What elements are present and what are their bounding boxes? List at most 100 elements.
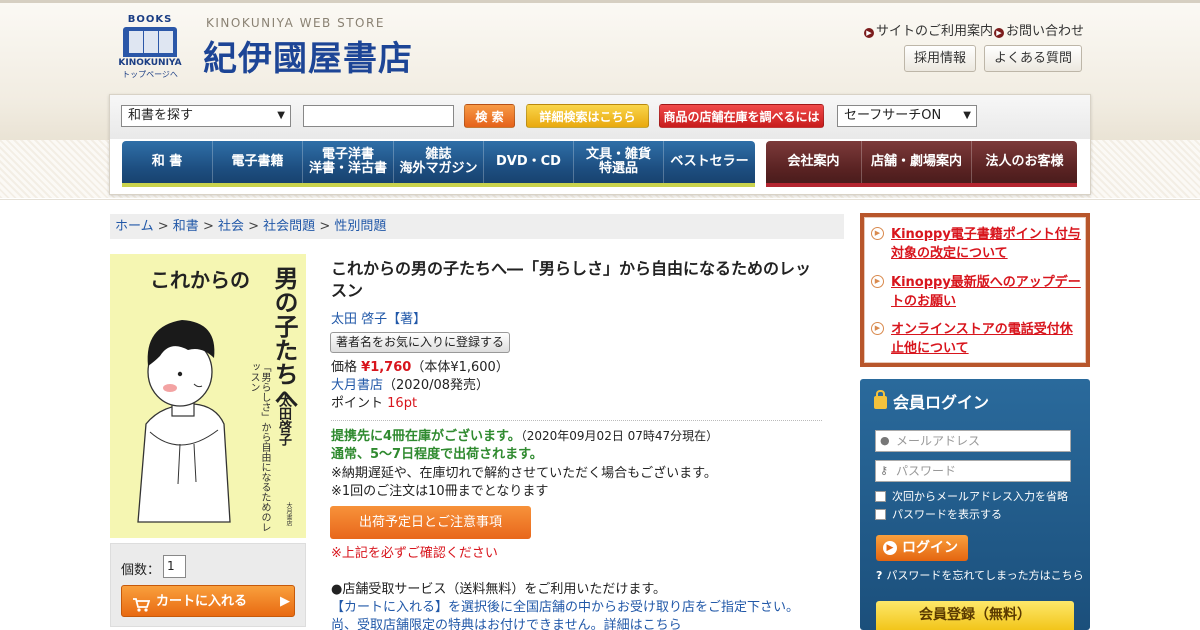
add-to-cart-label: カートに入れる xyxy=(156,594,248,609)
store-stock-button[interactable]: 商品の店舗在庫を調べるには xyxy=(659,104,824,128)
delay-note: ※納期遅延や、在庫切れで解約させていただく場合もございます。 xyxy=(331,466,717,481)
breadcrumb-society[interactable]: 社会 xyxy=(218,219,244,234)
publisher-row: 大月書店（2020/08発売） xyxy=(331,377,489,395)
register-button[interactable]: 会員登録（無料） xyxy=(876,601,1074,630)
nav-stationery[interactable]: 文具・雑貨 特選品 xyxy=(574,141,664,183)
nav-corporate[interactable]: 法人のお客様 xyxy=(972,141,1077,183)
cover-author: 太田啓子 xyxy=(276,394,291,446)
checkbox-icon xyxy=(875,509,886,520)
kinokuniya-logo[interactable]: BOOKS KINOKUNIYA トップページへ xyxy=(113,14,187,80)
arrow-right-icon: ▶ xyxy=(883,541,897,555)
main-nav: 和 書 電子書籍 電子洋書 洋書・洋古書 雑誌 海外マガジン DVD・CD 文具… xyxy=(122,141,755,187)
stock-status: 提携先に4冊在庫がございます。 xyxy=(331,429,521,444)
news-item[interactable]: ▶ オンラインストアの電話受付休止他について xyxy=(871,320,1081,358)
category-select[interactable]: 和書を探す ▼ xyxy=(121,105,291,127)
pickup-details-link[interactable]: 尚、受取店舗限定の特典はお付けできません。詳細はこちら xyxy=(331,617,682,630)
quantity-label: 個数： xyxy=(121,563,161,578)
points-value: 16pt xyxy=(387,396,418,411)
search-button[interactable]: 検 索 xyxy=(464,104,515,128)
key-icon: ⚷ xyxy=(880,464,889,477)
author-link[interactable]: 太田 啓子【著】 xyxy=(331,311,426,329)
contact-link[interactable]: ▶ お問い合わせ xyxy=(994,20,1084,39)
cart-panel: 個数： 1 カートに入れる ▶ xyxy=(110,543,306,627)
quantity-input[interactable]: 1 xyxy=(163,555,186,578)
search-bar: 和書を探す ▼ 検 索 詳細検索はこちら 商品の店舗在庫を調べるには セーフサーチ… xyxy=(110,95,1090,139)
show-password-label: パスワードを表示する xyxy=(892,508,1002,521)
password-field[interactable]: ⚷ パスワード xyxy=(875,460,1071,482)
news-item-label: オンラインストアの電話受付休止他について xyxy=(891,322,1073,356)
safe-search-value: セーフサーチON xyxy=(844,108,942,123)
price-row: 価格 ¥1,760（本体¥1,600） xyxy=(331,359,509,377)
search-input[interactable] xyxy=(303,105,454,127)
usage-guide-label: サイトのご利用案内 xyxy=(876,24,994,39)
category-select-value: 和書を探す xyxy=(128,108,194,123)
news-item[interactable]: ▶ Kinoppy電子書籍ポイント付与対象の改定について xyxy=(871,225,1081,263)
arrow-bullet-icon: ▶ xyxy=(994,28,1004,38)
pickup-service-text: ●店舗受取サービス（送料無料）をご利用いただけます。 xyxy=(331,582,667,597)
remember-email-label: 次回からメールアドレス入力を省略 xyxy=(892,490,1068,503)
faq-button[interactable]: よくある質問 xyxy=(984,45,1083,72)
add-to-cart-button[interactable]: カートに入れる ▶ xyxy=(121,585,295,617)
arrow-circle-icon: ▶ xyxy=(871,275,884,288)
news-box: ▶ Kinoppy電子書籍ポイント付与対象の改定について ▶ Kinoppy最新版へ… xyxy=(860,213,1090,367)
safe-search-select[interactable]: セーフサーチON ▼ xyxy=(837,105,977,127)
forgot-password-label: パスワードを忘れてしまった方はこちら xyxy=(886,569,1084,582)
breadcrumb-gender-issues[interactable]: 性別問題 xyxy=(334,219,386,234)
user-icon: ● xyxy=(880,434,890,447)
email-placeholder: メールアドレス xyxy=(896,434,981,448)
publisher-link[interactable]: 大月書店 xyxy=(331,378,383,393)
login-button-label: ログイン xyxy=(902,540,958,556)
nav-dvd-cd[interactable]: DVD・CD xyxy=(484,141,574,183)
nav-stores[interactable]: 店舗・劇場案内 xyxy=(862,141,972,183)
dropdown-arrow-icon: ▼ xyxy=(963,110,971,121)
pickup-instruction: 【カートに入れる】を選択後に全国店舗の中からお受け取り店をご指定下さい。 xyxy=(331,600,800,615)
stock-row: 提携先に4冊在庫がございます。（2020年09月02日 07時47分現在） xyxy=(331,427,718,446)
login-button[interactable]: ▶ ログイン xyxy=(876,535,968,561)
arrow-circle-icon: ▶ xyxy=(871,322,884,335)
nav-ebooks[interactable]: 電子書籍 xyxy=(213,141,303,183)
store-name-en: KINOKUNIYA WEB STORE xyxy=(206,16,385,30)
book-cover-image[interactable]: これからの 男の子たちへ 「男らしさ」から自由になるためのレッスン 太田啓子 大… xyxy=(110,254,306,538)
shipping-estimate: 通常、5～7日程度で出荷されます。 xyxy=(331,447,543,462)
cover-publisher: 大月書店 xyxy=(285,502,292,526)
points-row: ポイント 16pt xyxy=(331,395,417,413)
recruit-button[interactable]: 採用情報 xyxy=(904,45,977,72)
logo-books-text: BOOKS xyxy=(127,14,173,25)
shipping-info-button[interactable]: 出荷予定日とご注意事項 xyxy=(330,506,531,539)
book-title: これからの男の子たちへ―「男らしさ」から自由になるためのレッスン xyxy=(331,259,812,300)
dropdown-arrow-icon: ▼ xyxy=(277,110,285,121)
breadcrumb-social-issues[interactable]: 社会問題 xyxy=(263,219,315,234)
nav-books[interactable]: 和 書 xyxy=(122,141,213,183)
price-label: 価格 xyxy=(331,360,358,375)
lock-icon xyxy=(874,390,887,409)
login-panel: 会員ログイン ● メールアドレス ⚷ パスワード 次回からメールアドレス入力を省略 … xyxy=(860,379,1090,630)
nav-magazines[interactable]: 雑誌 海外マガジン xyxy=(394,141,484,183)
question-icon: ? xyxy=(876,569,883,582)
logo-home-link[interactable]: トップページへ xyxy=(113,69,187,80)
show-password-checkbox[interactable]: パスワードを表示する xyxy=(875,508,1002,522)
cover-title-a: これからの xyxy=(150,268,250,292)
nav-bestsellers[interactable]: ベストセラー xyxy=(664,141,755,183)
nav-company[interactable]: 会社案内 xyxy=(766,141,862,183)
nav-foreign-books[interactable]: 電子洋書 洋書・洋古書 xyxy=(303,141,394,183)
login-title-label: 会員ログイン xyxy=(893,393,990,412)
breadcrumb: ホーム > 和書 > 社会 > 社会問題 > 性別問題 xyxy=(110,214,844,239)
news-item-label: Kinoppy最新版へのアップデートのお願い xyxy=(891,275,1081,309)
login-title: 会員ログイン xyxy=(874,389,989,413)
confirm-note: ※上記を必ずご確認ください xyxy=(331,546,498,561)
usage-guide-link[interactable]: ▶ サイトのご利用案内 xyxy=(864,20,993,39)
advanced-search-button[interactable]: 詳細検索はこちら xyxy=(526,104,649,128)
logo-brand-text: KINOKUNIYA xyxy=(118,58,182,68)
favorite-author-button[interactable]: 著者名をお気に入りに登録する xyxy=(330,332,511,353)
price-value: ¥1,760 xyxy=(361,360,412,375)
forgot-password-link[interactable]: ? パスワードを忘れてしまった方はこちら xyxy=(876,567,1084,583)
store-name-jp[interactable]: 紀伊國屋書店 xyxy=(203,31,413,80)
cover-title-b: 男の子たちへ xyxy=(270,266,299,410)
breadcrumb-home[interactable]: ホーム xyxy=(115,219,154,234)
arrow-circle-icon: ▶ xyxy=(871,227,884,240)
news-item[interactable]: ▶ Kinoppy最新版へのアップデートのお願い xyxy=(871,273,1081,311)
remember-email-checkbox[interactable]: 次回からメールアドレス入力を省略 xyxy=(875,490,1068,504)
breadcrumb-books[interactable]: 和書 xyxy=(173,219,199,234)
release-date: （2020/08発売） xyxy=(383,378,490,393)
email-field[interactable]: ● メールアドレス xyxy=(875,430,1071,452)
